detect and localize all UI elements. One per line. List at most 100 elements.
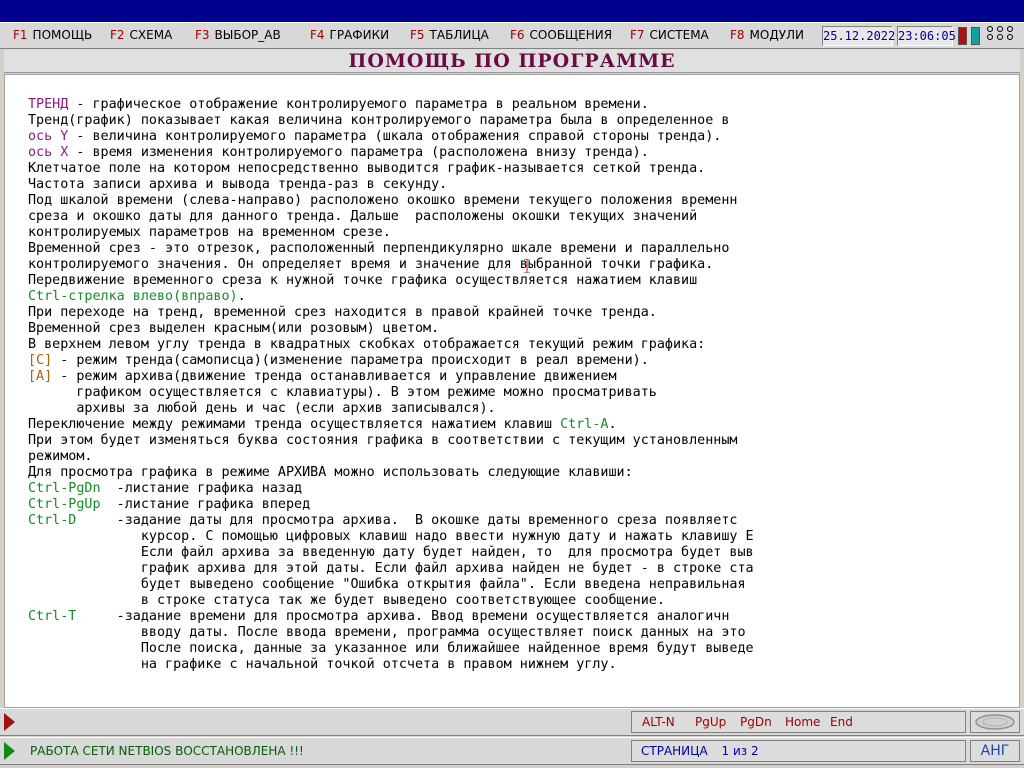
help-text-segment: Частота записи архива и вывода тренда-ра… xyxy=(28,177,448,192)
help-line: графиком осуществляется с клавиатуры). В… xyxy=(28,385,1018,401)
help-line: ТРЕНД - графическое отображение контроли… xyxy=(28,97,1018,113)
key-hints-bar: ALT-N PgUp PgDn Home End xyxy=(0,708,1024,736)
help-line: Ctrl-стрелка влево(вправо). xyxy=(28,289,1018,305)
help-line: ось X - время изменения контролируемого … xyxy=(28,145,1018,161)
status-arrow-icon xyxy=(4,742,15,760)
help-line: Под шкалой времени (слева-направо) распо… xyxy=(28,193,1018,209)
navigation-keys: ALT-N PgUp PgDn Home End xyxy=(631,711,966,733)
language-indicator[interactable]: АНГ xyxy=(970,740,1020,762)
help-line: контролируемых параметров на временном с… xyxy=(28,225,1018,241)
help-text-segment: При переходе на тренд, временной срез на… xyxy=(28,305,657,320)
help-text-segment: будет выведено сообщение "Ошибка открыти… xyxy=(28,577,746,592)
key-home[interactable]: Home xyxy=(785,715,820,729)
help-text-segment: архивы за любой день и час (если архив з… xyxy=(28,401,496,416)
help-text-segment: на графике с начальной точкой отсчета в … xyxy=(28,657,617,672)
help-text-segment: - режим архива(движение тренда останавли… xyxy=(52,369,617,384)
help-text-segment: графиком осуществляется с клавиатуры). В… xyxy=(28,385,657,400)
help-line: При этом будет изменяться буква состояни… xyxy=(28,433,1018,449)
help-term-text: ось X xyxy=(28,145,69,160)
help-text: ТРЕНД - графическое отображение контроли… xyxy=(28,97,1018,673)
menu-f4-graphs[interactable]: F4 ГРАФИКИ xyxy=(310,27,389,43)
key-alt-n[interactable]: ALT-N xyxy=(642,715,675,729)
help-text-segment: контролируемого значения. Он определяет … xyxy=(28,257,714,272)
help-line: вводу даты. После ввода времени, програм… xyxy=(28,625,1018,641)
menu-f7-system[interactable]: F7 СИСТЕМА xyxy=(630,27,709,43)
menu-f1-help[interactable]: F1 ПОМОЩЬ xyxy=(13,27,92,43)
help-text-segment: При этом будет изменяться буква состояни… xyxy=(28,433,738,448)
modules-grid-icon[interactable] xyxy=(987,26,1017,46)
key-pgup[interactable]: PgUp xyxy=(695,715,726,729)
help-text-segment: Клетчатое поле на котором непосредственн… xyxy=(28,161,706,176)
help-text-segment: . xyxy=(608,417,617,432)
help-line: Временной срез выделен красным(или розов… xyxy=(28,321,1018,337)
help-key-text: Ctrl-D xyxy=(28,513,77,528)
page-value: 1 из 2 xyxy=(721,744,759,758)
menu-f3-select-av[interactable]: F3 ВЫБОР_АВ xyxy=(195,27,281,43)
help-text-segment: -задание времени для просмотра архива. В… xyxy=(76,609,730,624)
help-line: [A] - режим архива(движение тренда остан… xyxy=(28,369,1018,385)
text-cursor-icon xyxy=(524,259,530,273)
help-text-segment: Переключение между режимами тренда осуще… xyxy=(28,417,561,432)
time-display: 23:06:05 xyxy=(897,26,956,46)
help-text-segment: среза и окошко даты для данного тренда. … xyxy=(28,209,698,224)
help-line: Переключение между режимами тренда осуще… xyxy=(28,417,1018,433)
status-indicator-teal xyxy=(971,27,980,45)
page-indicator: СТРАНИЦА 1 из 2 xyxy=(631,740,966,762)
help-text-segment: Если файл архива за введенную дату будет… xyxy=(28,545,754,560)
menu-f5-table[interactable]: F5 ТАБЛИЦА xyxy=(410,27,489,43)
help-key-text: Ctrl-T xyxy=(28,609,77,624)
help-text-segment: режимом. xyxy=(28,449,93,464)
help-line: Ctrl-D -задание даты для просмотра архив… xyxy=(28,513,1018,529)
help-line: среза и окошко даты для данного тренда. … xyxy=(28,209,1018,225)
corner-indicator xyxy=(970,711,1020,733)
help-text-segment: Под шкалой времени (слева-направо) распо… xyxy=(28,193,738,208)
alarm-arrow-icon xyxy=(4,713,15,731)
function-key-menu: F1 ПОМОЩЬ F2 СХЕМА F3 ВЫБОР_АВ F4 ГРАФИКИ F5… xyxy=(0,22,1024,49)
help-content-area[interactable]: ТРЕНД - графическое отображение контроли… xyxy=(4,74,1020,708)
help-text-segment: - величина контролируемого параметра (шк… xyxy=(68,129,722,144)
help-key-text: Ctrl-PgUp xyxy=(28,497,101,512)
help-text-segment: . xyxy=(237,289,246,304)
help-line: ось Y - величина контролируемого парамет… xyxy=(28,129,1018,145)
help-text-segment: Временной срез выделен красным(или розов… xyxy=(28,321,440,336)
key-end[interactable]: End xyxy=(830,715,853,729)
help-text-segment: -задание даты для просмотра архива. В ок… xyxy=(76,513,738,528)
menu-f2-scheme[interactable]: F2 СХЕМА xyxy=(110,27,172,43)
help-text-segment: В верхнем левом углу тренда в квадратных… xyxy=(28,337,706,352)
help-mode-text: [C] xyxy=(28,353,53,368)
help-line: Если файл архива за введенную дату будет… xyxy=(28,545,1018,561)
help-line: Временной срез - это отрезок, расположен… xyxy=(28,241,1018,257)
help-text-segment: контролируемых параметров на временном с… xyxy=(28,225,391,240)
help-line: курсор. С помощью цифровых клавиш надо в… xyxy=(28,529,1018,545)
help-text-segment: - режим тренда(самописца)(изменение пара… xyxy=(52,353,649,368)
help-term-text: ТРЕНД xyxy=(28,97,69,112)
disk-icon xyxy=(975,714,1015,730)
help-line: архивы за любой день и час (если архив з… xyxy=(28,401,1018,417)
menu-f6-messages[interactable]: F6 СООБЩЕНИЯ xyxy=(510,27,612,43)
help-line: При переходе на тренд, временной срез на… xyxy=(28,305,1018,321)
help-line: режимом. xyxy=(28,449,1018,465)
help-text-segment: Передвижение временного среза к нужной т… xyxy=(28,273,698,288)
help-line: контролируемого значения. Он определяет … xyxy=(28,257,1018,273)
help-text-segment: -листание графика вперед xyxy=(100,497,311,512)
help-key-text: Ctrl-стрелка влево(вправо) xyxy=(28,289,238,304)
help-text-segment: Тренд(график) показывает какая величина … xyxy=(28,113,730,128)
key-pgdn[interactable]: PgDn xyxy=(740,715,772,729)
help-line: будет выведено сообщение "Ошибка открыти… xyxy=(28,577,1018,593)
help-text-segment: -листание графика назад xyxy=(100,481,303,496)
status-bar: РАБОТА СЕТИ NETBIOS ВОССТАНОВЛЕНА !!! СТ… xyxy=(0,737,1024,765)
help-line: После поиска, данные за указанное или бл… xyxy=(28,641,1018,657)
alarm-indicator-red xyxy=(958,27,967,45)
status-message: РАБОТА СЕТИ NETBIOS ВОССТАНОВЛЕНА !!! xyxy=(30,744,304,758)
help-key-text: Ctrl-A xyxy=(560,417,609,432)
help-line: Клетчатое поле на котором непосредственн… xyxy=(28,161,1018,177)
help-text-segment: в строке статуса так же будет выведено с… xyxy=(28,593,665,608)
help-text-segment: вводу даты. После ввода времени, програм… xyxy=(28,625,746,640)
menu-f8-modules[interactable]: F8 МОДУЛИ xyxy=(730,27,804,43)
help-mode-text: [A] xyxy=(28,369,53,384)
help-line: Ctrl-PgDn -листание графика назад xyxy=(28,481,1018,497)
help-line: Передвижение временного среза к нужной т… xyxy=(28,273,1018,289)
help-text-segment: курсор. С помощью цифровых клавиш надо в… xyxy=(28,529,754,544)
help-line: в строке статуса так же будет выведено с… xyxy=(28,593,1018,609)
help-key-text: Ctrl-PgDn xyxy=(28,481,101,496)
